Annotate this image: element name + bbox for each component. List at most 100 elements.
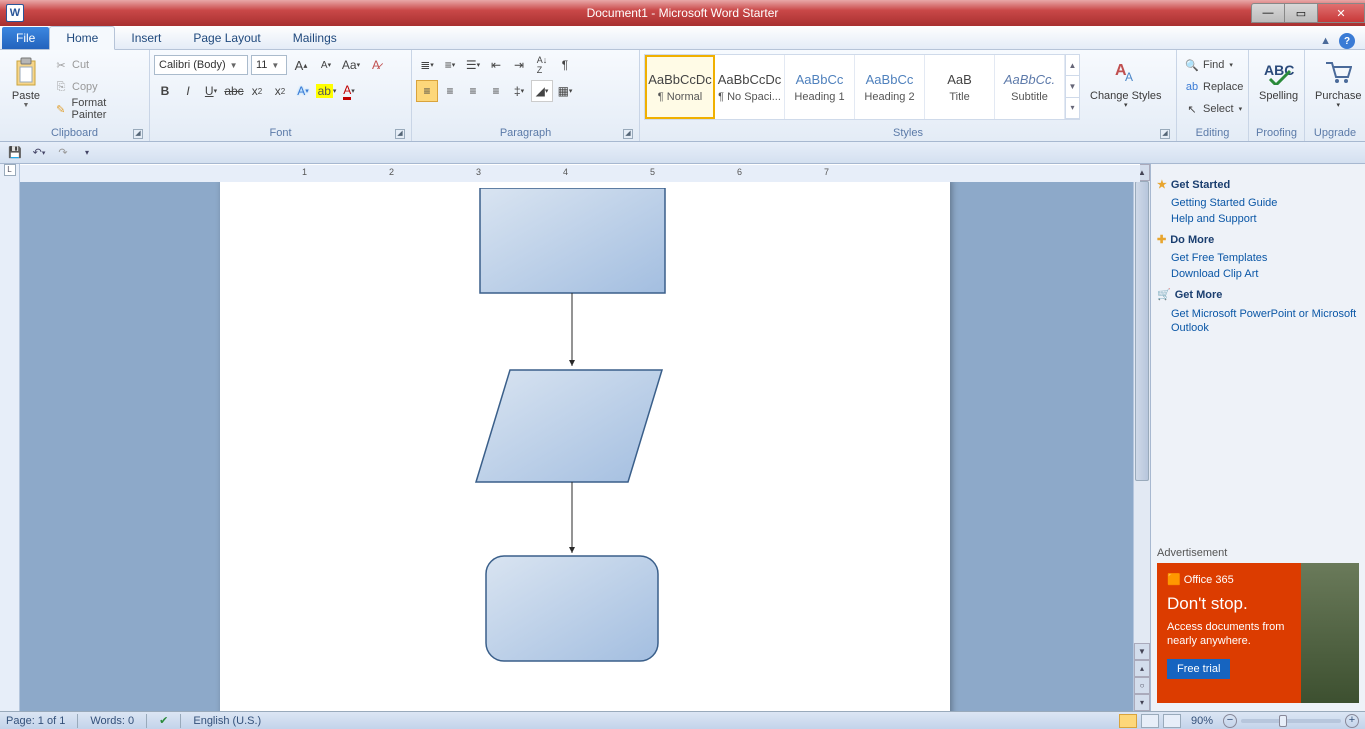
zoom-level[interactable]: 90% xyxy=(1191,715,1213,727)
text-effects-button[interactable]: A▾ xyxy=(292,80,314,102)
prev-page-button[interactable]: ▴ xyxy=(1134,660,1150,677)
close-button[interactable]: ✕ xyxy=(1317,3,1365,23)
document-area[interactable] xyxy=(20,164,1133,711)
font-color-button[interactable]: A▾ xyxy=(338,80,360,102)
increase-indent-button[interactable]: ⇥ xyxy=(508,54,530,76)
paste-button[interactable]: Paste ▼ xyxy=(4,54,48,112)
link-templates[interactable]: Get Free Templates xyxy=(1171,252,1359,264)
flowchart-process-shape[interactable] xyxy=(480,188,665,293)
sort-button[interactable]: A↓Z xyxy=(531,54,553,76)
change-case-button[interactable]: Aa▾ xyxy=(340,54,362,76)
link-clipart[interactable]: Download Clip Art xyxy=(1171,268,1359,280)
undo-button[interactable]: ↶▾ xyxy=(30,144,48,162)
style-heading-1[interactable]: AaBbCcHeading 1 xyxy=(785,55,855,119)
tab-file[interactable]: File xyxy=(2,27,49,49)
zoom-out-button[interactable]: − xyxy=(1223,714,1237,728)
minimize-button[interactable]: — xyxy=(1251,3,1285,23)
redo-button[interactable]: ↷ xyxy=(54,144,72,162)
horizontal-ruler[interactable]: 1234567 xyxy=(20,164,1140,182)
zoom-slider[interactable] xyxy=(1241,719,1341,723)
subscript-button[interactable]: x2 xyxy=(246,80,268,102)
cut-button[interactable]: ✂Cut xyxy=(50,54,145,76)
shading-button[interactable]: ◢▾ xyxy=(531,80,553,102)
spelling-button[interactable]: ABC Spelling xyxy=(1253,54,1304,104)
maximize-button[interactable]: ▭ xyxy=(1284,3,1318,23)
justify-button[interactable]: ≡ xyxy=(485,80,507,102)
tab-insert[interactable]: Insert xyxy=(115,27,177,49)
tab-home[interactable]: Home xyxy=(49,26,115,50)
full-screen-view-button[interactable] xyxy=(1141,714,1159,728)
gallery-more[interactable]: ▾ xyxy=(1066,98,1079,119)
status-page[interactable]: Page: 1 of 1 xyxy=(6,715,65,727)
tab-mailings[interactable]: Mailings xyxy=(277,27,353,49)
browse-object-button[interactable]: ○ xyxy=(1134,677,1150,694)
styles-dialog-launcher[interactable]: ◢ xyxy=(1160,129,1170,139)
flowchart-terminator-shape[interactable] xyxy=(486,556,658,661)
underline-button[interactable]: U▾ xyxy=(200,80,222,102)
line-spacing-button[interactable]: ‡▾ xyxy=(508,80,530,102)
link-help-support[interactable]: Help and Support xyxy=(1171,213,1359,225)
find-button[interactable]: 🔍Find▾ xyxy=(1181,54,1236,76)
gallery-up[interactable]: ▲ xyxy=(1066,55,1079,76)
highlight-button[interactable]: ab▾ xyxy=(315,80,337,102)
style--no-spaci-[interactable]: AaBbCcDc¶ No Spaci... xyxy=(715,55,785,119)
italic-button[interactable]: I xyxy=(177,80,199,102)
select-button[interactable]: ↖Select▾ xyxy=(1181,98,1245,120)
scroll-thumb[interactable] xyxy=(1135,181,1149,481)
grow-font-button[interactable]: A▴ xyxy=(290,54,312,76)
copy-button[interactable]: ⎘Copy xyxy=(50,76,145,98)
font-dialog-launcher[interactable]: ◢ xyxy=(395,129,405,139)
link-getting-started[interactable]: Getting Started Guide xyxy=(1171,197,1359,209)
align-right-button[interactable]: ≡ xyxy=(462,80,484,102)
print-layout-view-button[interactable] xyxy=(1119,714,1137,728)
numbering-button[interactable]: ≡▾ xyxy=(439,54,461,76)
bullets-button[interactable]: ≣▾ xyxy=(416,54,438,76)
zoom-in-button[interactable]: + xyxy=(1345,714,1359,728)
save-button[interactable]: 💾 xyxy=(6,144,24,162)
tab-selector[interactable]: L xyxy=(4,164,16,176)
proof-status-icon[interactable]: ✔ xyxy=(159,714,168,727)
purchase-button[interactable]: Purchase▾ xyxy=(1309,54,1365,112)
vertical-ruler[interactable]: L xyxy=(0,164,20,711)
style-heading-2[interactable]: AaBbCcHeading 2 xyxy=(855,55,925,119)
font-size-combo[interactable]: 11▼ xyxy=(251,55,287,75)
ad-cta-button[interactable]: Free trial xyxy=(1167,659,1230,679)
superscript-button[interactable]: x2 xyxy=(269,80,291,102)
borders-button[interactable]: ▦▾ xyxy=(554,80,576,102)
vertical-scrollbar[interactable]: ▲ ▼ ▴ ○ ▾ xyxy=(1133,164,1150,711)
styles-gallery[interactable]: AaBbCcDc¶ NormalAaBbCcDc¶ No Spaci...AaB… xyxy=(644,54,1080,120)
qat-customize-button[interactable]: ▾ xyxy=(78,144,96,162)
gallery-down[interactable]: ▼ xyxy=(1066,76,1079,97)
bold-button[interactable]: B xyxy=(154,80,176,102)
ad-banner[interactable]: 🟧 Office 365 Don't stop. Access document… xyxy=(1157,563,1359,703)
strikethrough-button[interactable]: abc xyxy=(223,80,245,102)
font-name-combo[interactable]: Calibri (Body)▼ xyxy=(154,55,248,75)
page[interactable] xyxy=(220,178,950,711)
flowchart-data-shape[interactable] xyxy=(476,370,662,482)
tab-page-layout[interactable]: Page Layout xyxy=(177,27,276,49)
change-styles-button[interactable]: AA Change Styles▾ xyxy=(1084,54,1168,112)
web-layout-view-button[interactable] xyxy=(1163,714,1181,728)
show-marks-button[interactable]: ¶ xyxy=(554,54,576,76)
status-words[interactable]: Words: 0 xyxy=(90,715,134,727)
multilevel-list-button[interactable]: ☰▾ xyxy=(462,54,484,76)
minimize-ribbon-icon[interactable]: ▲ xyxy=(1320,35,1331,47)
link-get-office[interactable]: Get Microsoft PowerPoint or Microsoft Ou… xyxy=(1171,307,1359,336)
style--normal[interactable]: AaBbCcDc¶ Normal xyxy=(645,55,715,119)
style-title[interactable]: AaBTitle xyxy=(925,55,995,119)
scroll-down-button[interactable]: ▼ xyxy=(1134,643,1150,660)
clear-formatting-button[interactable]: A̷ xyxy=(365,54,387,76)
status-language[interactable]: English (U.S.) xyxy=(193,715,261,727)
align-center-button[interactable]: ≡ xyxy=(439,80,461,102)
zoom-slider-thumb[interactable] xyxy=(1279,715,1287,727)
replace-button[interactable]: abReplace xyxy=(1181,76,1246,98)
style-subtitle[interactable]: AaBbCc.Subtitle xyxy=(995,55,1065,119)
align-left-button[interactable]: ≡ xyxy=(416,80,438,102)
help-button[interactable]: ? xyxy=(1339,33,1355,49)
paragraph-dialog-launcher[interactable]: ◢ xyxy=(623,129,633,139)
format-painter-button[interactable]: ✎Format Painter xyxy=(50,98,145,120)
decrease-indent-button[interactable]: ⇤ xyxy=(485,54,507,76)
next-page-button[interactable]: ▾ xyxy=(1134,694,1150,711)
shrink-font-button[interactable]: A▾ xyxy=(315,54,337,76)
clipboard-dialog-launcher[interactable]: ◢ xyxy=(133,129,143,139)
